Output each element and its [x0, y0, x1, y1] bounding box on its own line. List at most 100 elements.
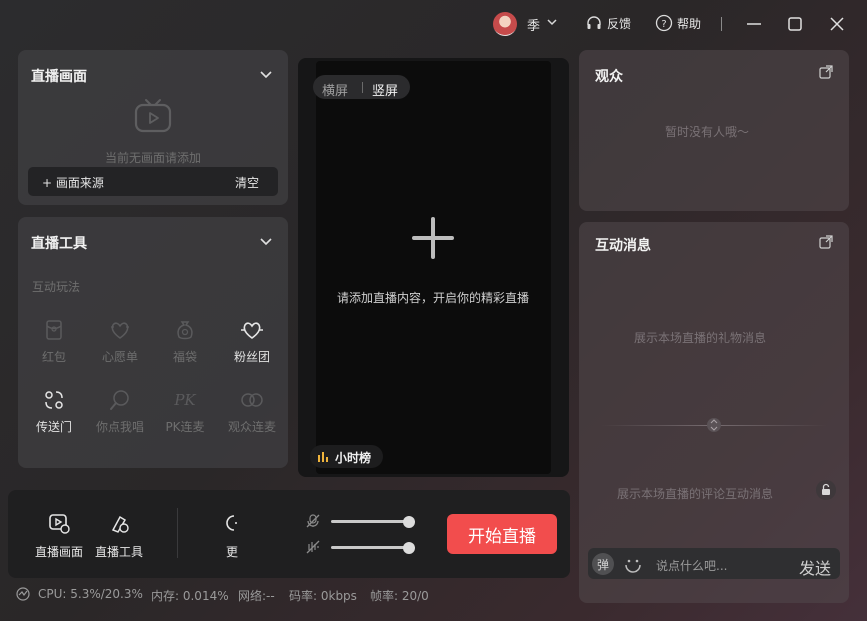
live-tools-panel: 直播工具 互动玩法 红包 心愿单 福袋 粉丝团 传送门 你点我唱 PK PK连麦… — [18, 217, 288, 468]
audience-panel: 观众 暂时没有人哦～ — [579, 50, 849, 211]
maximize-icon[interactable] — [786, 15, 804, 33]
hourly-rank-button[interactable]: 小时榜 — [310, 445, 383, 468]
speaker-mute-icon[interactable] — [306, 540, 320, 554]
divider — [177, 508, 178, 558]
mic-volume-slider[interactable] — [331, 520, 413, 523]
tv-settings-icon — [49, 514, 70, 534]
tool-label: 你点我唱 — [95, 420, 144, 434]
interaction-title: 互动消息 — [595, 238, 651, 254]
tool-label: 观众连麦 — [227, 420, 276, 434]
landscape-tab[interactable]: 横屏 — [322, 80, 348, 99]
danmu-toggle[interactable]: 弹 — [592, 553, 614, 575]
live-view-button[interactable]: 直播画面 — [30, 511, 88, 560]
chevron-down-icon[interactable] — [544, 14, 560, 30]
feedback-button[interactable]: 反馈 — [585, 14, 631, 32]
memory-usage: 内存: 0.014% — [151, 589, 229, 603]
headset-icon — [587, 16, 601, 29]
send-button[interactable]: 发送 — [799, 555, 831, 579]
popout-icon[interactable] — [819, 65, 833, 79]
svg-text:PK: PK — [173, 391, 196, 409]
speaker-volume-slider[interactable] — [331, 546, 413, 549]
lucky-bag-icon — [177, 321, 193, 340]
performance-icon — [16, 587, 30, 601]
more-button-label: 更 — [226, 545, 239, 559]
interactive-section-label: 互动玩法 — [32, 280, 81, 294]
add-source-button[interactable]: + 画面来源 — [42, 174, 104, 191]
chevron-down-icon[interactable] — [258, 66, 274, 82]
divider — [721, 17, 722, 31]
more-icon — [226, 515, 237, 531]
source-bar: + 画面来源 清空 — [28, 167, 278, 196]
tool-wishlist[interactable]: 心愿单 — [92, 318, 148, 365]
cpu-usage: CPU: 5.3%/20.3% — [38, 587, 143, 601]
preview-canvas[interactable] — [316, 61, 551, 474]
start-live-button[interactable]: 开始直播 — [447, 514, 557, 554]
username[interactable]: 季 — [527, 15, 540, 34]
svg-text:?: ? — [661, 19, 666, 30]
red-packet-icon — [46, 320, 62, 340]
audience-link-icon — [241, 393, 263, 407]
interaction-panel: 互动消息 展示本场直播的礼物消息 展示本场直播的评论互动消息 — [579, 222, 849, 603]
fan-club-icon — [241, 322, 263, 339]
portal-icon — [45, 391, 63, 409]
tool-fan-club[interactable]: 粉丝团 — [224, 318, 280, 365]
gifts-hint: 展示本场直播的礼物消息 — [634, 331, 767, 345]
live-tools-button[interactable]: 直播工具 — [90, 511, 148, 560]
drag-arrows-icon — [710, 419, 718, 431]
tool-lucky-bag[interactable]: 福袋 — [157, 318, 213, 365]
framerate: 帧率: 20/0 — [370, 589, 429, 603]
status-bar: CPU: 5.3%/20.3% 内存: 0.014% 网络:-- 码率: 0kb… — [0, 584, 580, 606]
chevron-down-icon[interactable] — [258, 233, 274, 249]
tools-icon — [111, 515, 129, 533]
network-status: 网络:-- — [238, 589, 275, 603]
bar-chart-icon — [318, 452, 328, 462]
pk-icon: PK — [173, 391, 196, 409]
tool-audience-link[interactable]: 观众连麦 — [224, 388, 280, 435]
portrait-tab[interactable]: 竖屏 — [372, 80, 398, 99]
title-bar: 季 反馈 ? 帮助 — [0, 0, 867, 48]
divider — [362, 82, 363, 93]
hourly-rank-label: 小时榜 — [335, 451, 372, 465]
tool-label: 粉丝团 — [233, 350, 270, 364]
mic-volume-knob[interactable] — [402, 516, 415, 528]
help-button[interactable]: ? 帮助 — [655, 14, 701, 32]
unlock-icon — [822, 483, 830, 495]
empty-view-text: 当前无画面请添加 — [105, 151, 202, 165]
song-request-icon — [110, 390, 129, 410]
tool-portal[interactable]: 传送门 — [26, 388, 82, 435]
tv-icon — [134, 99, 172, 133]
minimize-icon[interactable] — [745, 15, 763, 33]
tool-red-packet[interactable]: 红包 — [26, 318, 82, 365]
lock-button[interactable] — [816, 480, 836, 500]
tool-label: PK连麦 — [165, 420, 205, 434]
speaker-volume-knob[interactable] — [402, 542, 415, 554]
feedback-label: 反馈 — [607, 16, 632, 31]
orientation-switch: 横屏 竖屏 — [313, 75, 410, 99]
add-content-hint: 请添加直播内容，开启你的精彩直播 — [337, 291, 530, 305]
audience-title: 观众 — [595, 69, 623, 85]
wishlist-icon — [111, 322, 129, 339]
close-icon[interactable] — [828, 15, 846, 33]
tool-pk[interactable]: PK PK连麦 — [157, 388, 213, 435]
tool-label: 心愿单 — [101, 350, 138, 364]
comments-hint: 展示本场直播的评论互动消息 — [617, 487, 774, 501]
add-content-icon[interactable] — [412, 217, 454, 259]
tool-label: 福袋 — [172, 350, 197, 364]
tool-label: 传送门 — [35, 420, 72, 434]
clear-button[interactable]: 清空 — [235, 174, 259, 191]
live-view-title: 直播画面 — [31, 69, 87, 85]
emoji-icon[interactable] — [622, 553, 644, 575]
popout-icon[interactable] — [819, 235, 833, 249]
chat-input[interactable]: 说点什么吧... — [656, 557, 727, 574]
live-view-button-label: 直播画面 — [34, 545, 83, 559]
help-circle-icon: ? — [655, 14, 673, 32]
live-tools-button-label: 直播工具 — [94, 545, 143, 559]
avatar[interactable] — [493, 12, 517, 36]
tool-label: 红包 — [41, 350, 66, 364]
tool-song-request[interactable]: 你点我唱 — [92, 388, 148, 435]
mic-mute-icon[interactable] — [306, 514, 320, 528]
live-tools-title: 直播工具 — [31, 236, 87, 252]
splitter-handle[interactable] — [707, 418, 721, 432]
audience-empty-text: 暂时没有人哦～ — [665, 125, 750, 139]
more-button[interactable]: 更 — [222, 511, 242, 560]
